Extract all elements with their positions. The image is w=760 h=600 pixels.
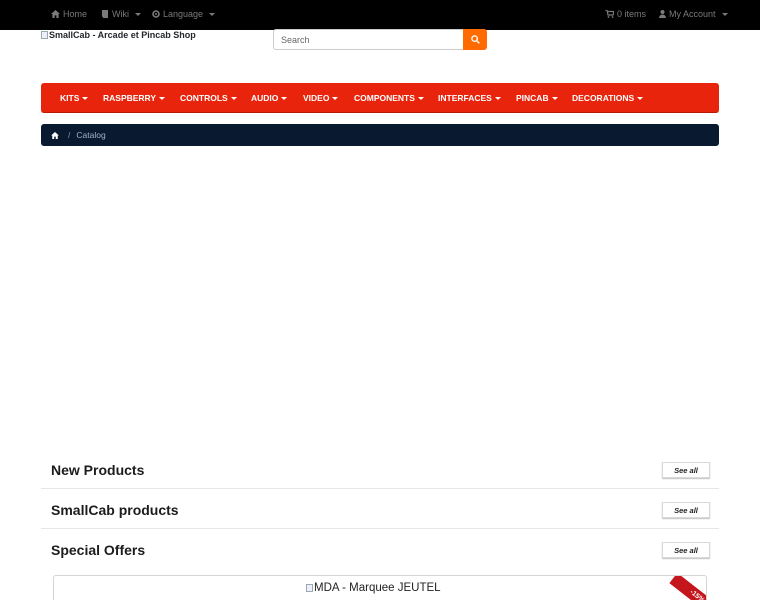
broken-image-icon (41, 31, 48, 39)
home-label: Home (63, 9, 88, 19)
section-special-offers: Special Offers See all (41, 533, 719, 569)
see-all-button[interactable]: See all (662, 462, 710, 478)
nav-item-controls[interactable]: CONTROLS (180, 83, 237, 113)
section-new-products: New Products See all (41, 453, 719, 489)
book-icon (102, 10, 108, 18)
home-link[interactable]: Home (51, 9, 87, 19)
chevron-down-icon (417, 96, 424, 100)
logo-alt-text: SmallCab - Arcade et Pincab Shop (49, 30, 196, 40)
search-input[interactable] (273, 29, 464, 50)
nav-item-label: KITS (60, 93, 80, 103)
nav-item-raspberry[interactable]: RASPBERRY (103, 83, 166, 113)
nav-item-label: VIDEO (303, 93, 330, 103)
nav-item-components[interactable]: COMPONENTS (354, 83, 424, 113)
nav-item-decorations[interactable]: DECORATIONS (572, 83, 644, 113)
section-title: SmallCab products (51, 502, 179, 518)
chevron-down-icon (332, 96, 339, 100)
nav-item-label: AUDIO (251, 93, 279, 103)
nav-item-label: DECORATIONS (572, 93, 635, 103)
chevron-down-icon (551, 96, 558, 100)
wiki-dropdown[interactable]: Wiki (101, 9, 141, 19)
main-nav: KITS RASPBERRY CONTROLS AUDIO VIDEO COMP… (41, 83, 719, 113)
chevron-down-icon (230, 96, 237, 100)
breadcrumb: / Catalog (41, 124, 719, 146)
chevron-down-icon (135, 12, 141, 16)
product-name: MDA - Marquee JEUTEL (314, 582, 441, 594)
cart-label: 0 items (617, 9, 647, 19)
nav-item-video[interactable]: VIDEO (303, 83, 339, 113)
chevron-down-icon (209, 12, 216, 16)
nav-item-audio[interactable]: AUDIO (251, 83, 288, 113)
broken-image-icon (306, 584, 313, 592)
home-icon[interactable] (51, 131, 59, 139)
chevron-down-icon (82, 96, 89, 100)
cart-link[interactable]: 0 items (605, 9, 646, 19)
chevron-down-icon (281, 96, 288, 100)
chevron-down-icon (159, 96, 166, 100)
section-title: New Products (51, 462, 145, 478)
see-all-button[interactable]: See all (662, 502, 710, 518)
cart-icon (605, 10, 614, 18)
product-image[interactable]: MDA - Marquee JEUTEL (306, 582, 441, 594)
gear-icon (152, 10, 160, 18)
chevron-down-icon (494, 96, 501, 100)
nav-item-pincab[interactable]: PINCAB (516, 83, 558, 113)
nav-item-kits[interactable]: KITS (60, 83, 89, 113)
search-button[interactable] (463, 29, 487, 50)
section-smallcab-products: SmallCab products See all (41, 493, 719, 529)
account-label: My Account (669, 9, 716, 19)
section-title: Special Offers (51, 542, 146, 558)
see-all-button[interactable]: See all (662, 542, 710, 558)
nav-item-label: INTERFACES (438, 93, 492, 103)
language-dropdown[interactable]: Language (152, 9, 216, 19)
nav-item-label: COMPONENTS (354, 93, 415, 103)
product-card[interactable]: MDA - Marquee JEUTEL -15% (53, 575, 707, 600)
account-dropdown[interactable]: My Account (659, 9, 728, 19)
breadcrumb-separator: / (68, 130, 71, 140)
logo[interactable]: SmallCab - Arcade et Pincab Shop (41, 30, 196, 40)
nav-item-label: CONTROLS (180, 93, 228, 103)
chevron-down-icon (721, 12, 728, 16)
discount-ribbon: -15% (669, 576, 706, 600)
chevron-down-icon (637, 96, 644, 100)
top-bar: Home Wiki Language 0 items My Account (0, 0, 760, 30)
nav-item-label: RASPBERRY (103, 93, 157, 103)
wiki-label: Wiki (112, 9, 129, 19)
breadcrumb-current[interactable]: Catalog (76, 130, 105, 140)
nav-item-interfaces[interactable]: INTERFACES (438, 83, 501, 113)
search-icon (470, 35, 480, 44)
language-label: Language (163, 9, 204, 19)
user-icon (659, 10, 666, 18)
nav-item-label: PINCAB (516, 93, 549, 103)
home-icon (51, 10, 60, 18)
